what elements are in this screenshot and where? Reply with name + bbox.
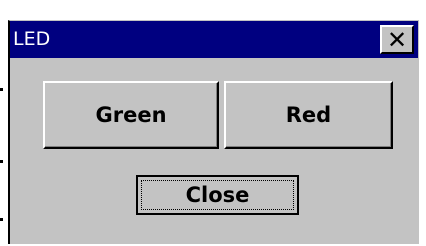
edge-mark (0, 218, 3, 221)
close-button[interactable]: Close (136, 175, 299, 215)
focus-rectangle (141, 180, 294, 210)
close-icon[interactable]: ✕ (380, 25, 414, 54)
red-button[interactable]: Red (224, 81, 393, 149)
title-bar: LED ✕ (10, 21, 418, 58)
edge-mark (0, 88, 3, 91)
led-dialog-window: LED ✕ Green Red Close (8, 20, 419, 244)
edge-mark (0, 160, 3, 163)
green-button[interactable]: Green (43, 81, 219, 149)
window-title: LED (13, 28, 51, 50)
red-button-label: Red (285, 103, 332, 127)
green-button-label: Green (95, 103, 167, 127)
